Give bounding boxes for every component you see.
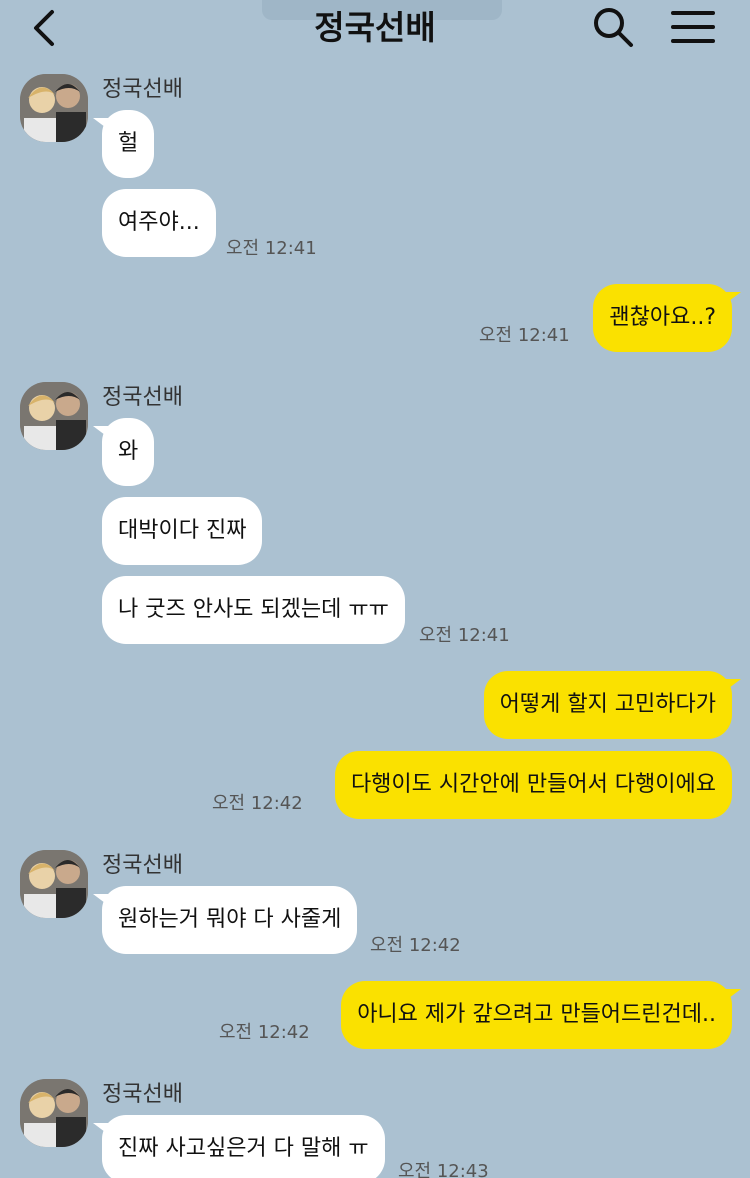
sender-name: 정국선배 — [102, 853, 183, 878]
sender-name: 정국선배 — [102, 77, 183, 102]
sent-message[interactable]: 아니요 제가 갚으려고 만들어드린건데.. — [341, 981, 741, 1049]
received-message[interactable]: 와 — [92, 418, 155, 486]
message-timestamp: 오전 12:41 — [479, 325, 570, 346]
avatar[interactable] — [20, 1079, 88, 1147]
sent-message[interactable]: 어떻게 할지 고민하다가 — [483, 671, 742, 739]
sent-message[interactable]: 괜찮아요..? — [593, 284, 741, 352]
message-timestamp: 오전 12:41 — [419, 625, 510, 646]
chat-header: 정국선배 — [0, 0, 750, 70]
received-message[interactable]: 여주야... — [102, 189, 216, 257]
profile-photo-icon — [20, 850, 88, 918]
chat-title: 정국선배 — [314, 8, 436, 47]
received-message[interactable]: 진짜 사고싶은거 다 말해 ㅠ — [93, 1115, 385, 1178]
sent-message[interactable]: 다행이도 시간안에 만들어서 다행이에요 — [334, 751, 732, 819]
received-message[interactable]: 원하는거 뭐야 다 사줄게 — [92, 886, 358, 954]
sender-name: 정국선배 — [102, 1082, 183, 1107]
message-timestamp: 오전 12:42 — [370, 935, 461, 956]
profile-photo-icon — [20, 1079, 88, 1147]
message-timestamp: 오전 12:42 — [212, 793, 303, 814]
received-message[interactable]: 헐 — [92, 110, 155, 178]
hamburger-menu-icon[interactable] — [670, 8, 716, 46]
message-timestamp: 오전 12:41 — [226, 238, 317, 259]
avatar[interactable] — [20, 850, 88, 918]
profile-photo-icon — [20, 382, 88, 450]
sender-name: 정국선배 — [102, 385, 183, 410]
avatar[interactable] — [20, 74, 88, 142]
avatar[interactable] — [20, 382, 88, 450]
chevron-left-icon[interactable] — [28, 8, 64, 48]
message-timestamp: 오전 12:42 — [219, 1022, 310, 1043]
message-timestamp: 오전 12:43 — [398, 1161, 489, 1178]
received-message[interactable]: 나 굿즈 안사도 되겠는데 ㅠㅠ — [102, 576, 405, 644]
profile-photo-icon — [20, 74, 88, 142]
received-message[interactable]: 대박이다 진짜 — [102, 497, 263, 565]
search-icon[interactable] — [592, 6, 634, 48]
